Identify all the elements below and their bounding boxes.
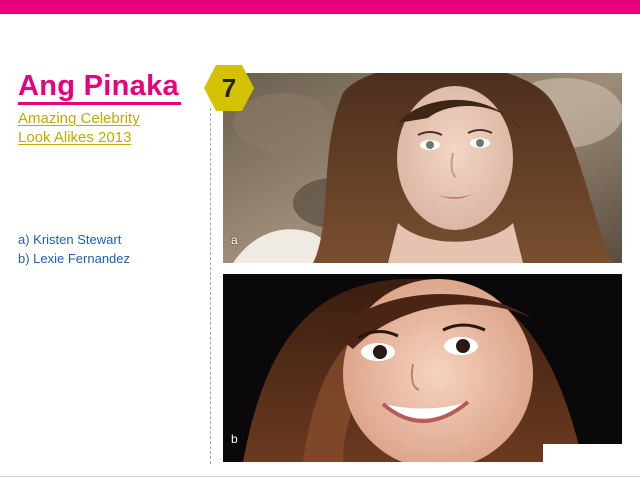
- answer-list: a) Kristen Stewart b) Lexie Fernandez: [18, 230, 130, 268]
- answer-b: b) Lexie Fernandez: [18, 251, 131, 266]
- subtitle-line-1: Amazing Celebrity: [18, 110, 140, 127]
- portrait-b-image: [223, 274, 622, 462]
- badge-number: 7: [221, 73, 237, 103]
- top-accent-bar: [0, 0, 640, 14]
- photo-a: a: [223, 73, 622, 263]
- portrait-a-image: [223, 73, 622, 263]
- subtitle-link[interactable]: Amazing Celebrity Look Alikes 2013: [18, 109, 178, 147]
- number-badge: 7: [203, 64, 255, 112]
- photo-b: b: [223, 274, 622, 462]
- subtitle-line-2: Look Alikes 2013: [18, 129, 132, 146]
- page-title: Ang Pinaka: [18, 70, 179, 102]
- answer-a: a) Kristen Stewart: [18, 232, 122, 247]
- photo-b-label: b: [231, 432, 238, 446]
- title-underline: [18, 102, 181, 105]
- bottom-rule: [0, 476, 640, 477]
- dashed-divider: [210, 108, 211, 464]
- photo-a-label: a: [231, 233, 238, 247]
